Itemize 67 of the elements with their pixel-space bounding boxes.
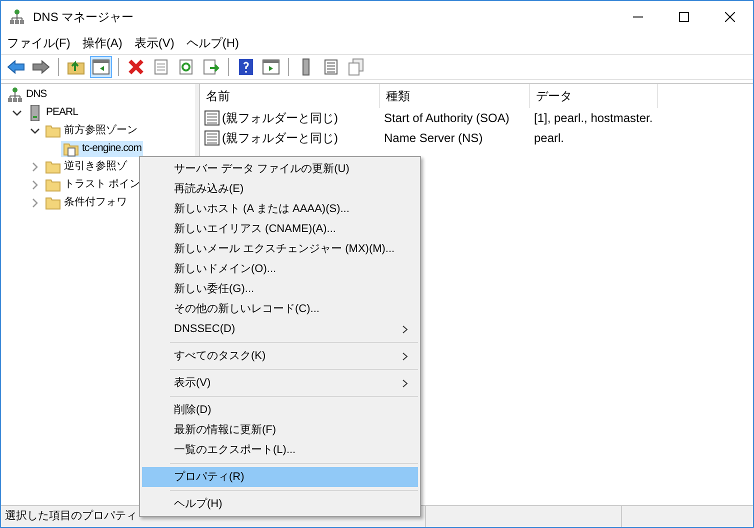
- status-text: 選択した項目のプロパティ: [4, 508, 138, 524]
- context-menu-item[interactable]: すべてのタスク(K): [142, 346, 418, 366]
- folder-icon: [45, 159, 61, 175]
- tree-item[interactable]: 逆引き参照ゾ: [43, 159, 129, 175]
- copy-icon: [347, 58, 365, 76]
- help-icon: [237, 58, 255, 76]
- table-cell-text: (親フォルダーと同じ): [222, 110, 338, 127]
- table-cell-text: Name Server (NS): [384, 130, 483, 147]
- panel-toggle-icon: [92, 58, 110, 76]
- menu-item[interactable]: 表示(V): [128, 32, 180, 54]
- folder-icon: [45, 177, 61, 193]
- tree-item[interactable]: 条件付フォワ: [43, 195, 129, 211]
- column-header[interactable]: データ: [530, 84, 658, 108]
- context-menu-item[interactable]: 新しいメール エクスチェンジャー (MX)(M)...: [142, 239, 418, 259]
- record-icon: [204, 110, 220, 126]
- context-menu-item[interactable]: 新しいエイリアス (CNAME)(A)...: [142, 219, 418, 239]
- tree-item[interactable]: トラスト ポイン: [43, 177, 142, 193]
- context-menu-item[interactable]: 削除(D): [142, 400, 418, 420]
- network-icon: [7, 87, 23, 103]
- properties-icon: [152, 58, 170, 76]
- context-menu-item[interactable]: 最新の情報に更新(F): [142, 420, 418, 440]
- export-list-icon: [202, 58, 220, 76]
- context-menu-item[interactable]: 新しい委任(G)...: [142, 279, 418, 299]
- folder-icon: [45, 123, 61, 139]
- context-menu-item[interactable]: DNSSEC(D): [142, 319, 418, 339]
- expand-chevron-icon[interactable]: [30, 180, 40, 190]
- context-menu-item[interactable]: 再読み込み(E): [142, 179, 418, 199]
- panel-toggle-icon: [262, 58, 280, 76]
- tree-item[interactable]: PEARL: [25, 105, 80, 121]
- column-header[interactable]: 種類: [380, 84, 530, 108]
- table-cell-text: Start of Authority (SOA): [384, 110, 510, 127]
- network-icon: [9, 8, 25, 24]
- menu-item[interactable]: 操作(A): [76, 32, 128, 54]
- maximize-icon: [679, 12, 689, 22]
- menu-item[interactable]: ヘルプ(H): [180, 32, 245, 54]
- expand-chevron-icon[interactable]: [30, 198, 40, 208]
- context-menu-item[interactable]: 一覧のエクスポート(L)...: [142, 440, 418, 460]
- refresh-icon: [177, 58, 195, 76]
- table-cell-text: pearl.: [534, 130, 564, 147]
- forward-arrow-icon: [32, 58, 50, 76]
- window-title: DNS マネージャー: [33, 8, 134, 26]
- context-menu-item[interactable]: その他の新しいレコード(C)...: [142, 299, 418, 319]
- context-menu-item[interactable]: 表示(V): [142, 373, 418, 393]
- record-icon: [204, 130, 220, 146]
- column-header[interactable]: 名前: [200, 84, 380, 108]
- context-menu-item[interactable]: 新しいホスト (A または AAAA)(S)...: [142, 199, 418, 219]
- menu-item[interactable]: ファイル(F): [1, 32, 76, 54]
- table-cell-text: (親フォルダーと同じ): [222, 130, 338, 147]
- folder-up-icon: [67, 58, 85, 76]
- tree-item[interactable]: DNS: [5, 87, 49, 103]
- tree-item[interactable]: tc-engine.com: [61, 141, 144, 157]
- context-menu-item[interactable]: サーバー データ ファイルの更新(U): [142, 159, 418, 179]
- close-icon: [725, 12, 735, 22]
- context-menu-item[interactable]: 新しいドメイン(O)...: [142, 259, 418, 279]
- context-menu-item[interactable]: ヘルプ(H): [142, 494, 418, 514]
- delete-icon: [127, 58, 145, 76]
- zone-file-icon: [63, 141, 79, 157]
- table-cell-text: [1], pearl., hostmaster.: [534, 110, 653, 127]
- context-menu-item[interactable]: プロパティ(R): [142, 467, 418, 487]
- back-arrow-icon: [7, 58, 25, 76]
- folder-icon: [45, 195, 61, 211]
- toolbar-button[interactable]: [90, 56, 112, 78]
- list-icon: [322, 58, 340, 76]
- collapse-chevron-icon[interactable]: [30, 126, 40, 136]
- tree-item[interactable]: 前方参照ゾーン: [43, 123, 140, 139]
- collapse-chevron-icon[interactable]: [12, 108, 22, 118]
- expand-chevron-icon[interactable]: [30, 162, 40, 172]
